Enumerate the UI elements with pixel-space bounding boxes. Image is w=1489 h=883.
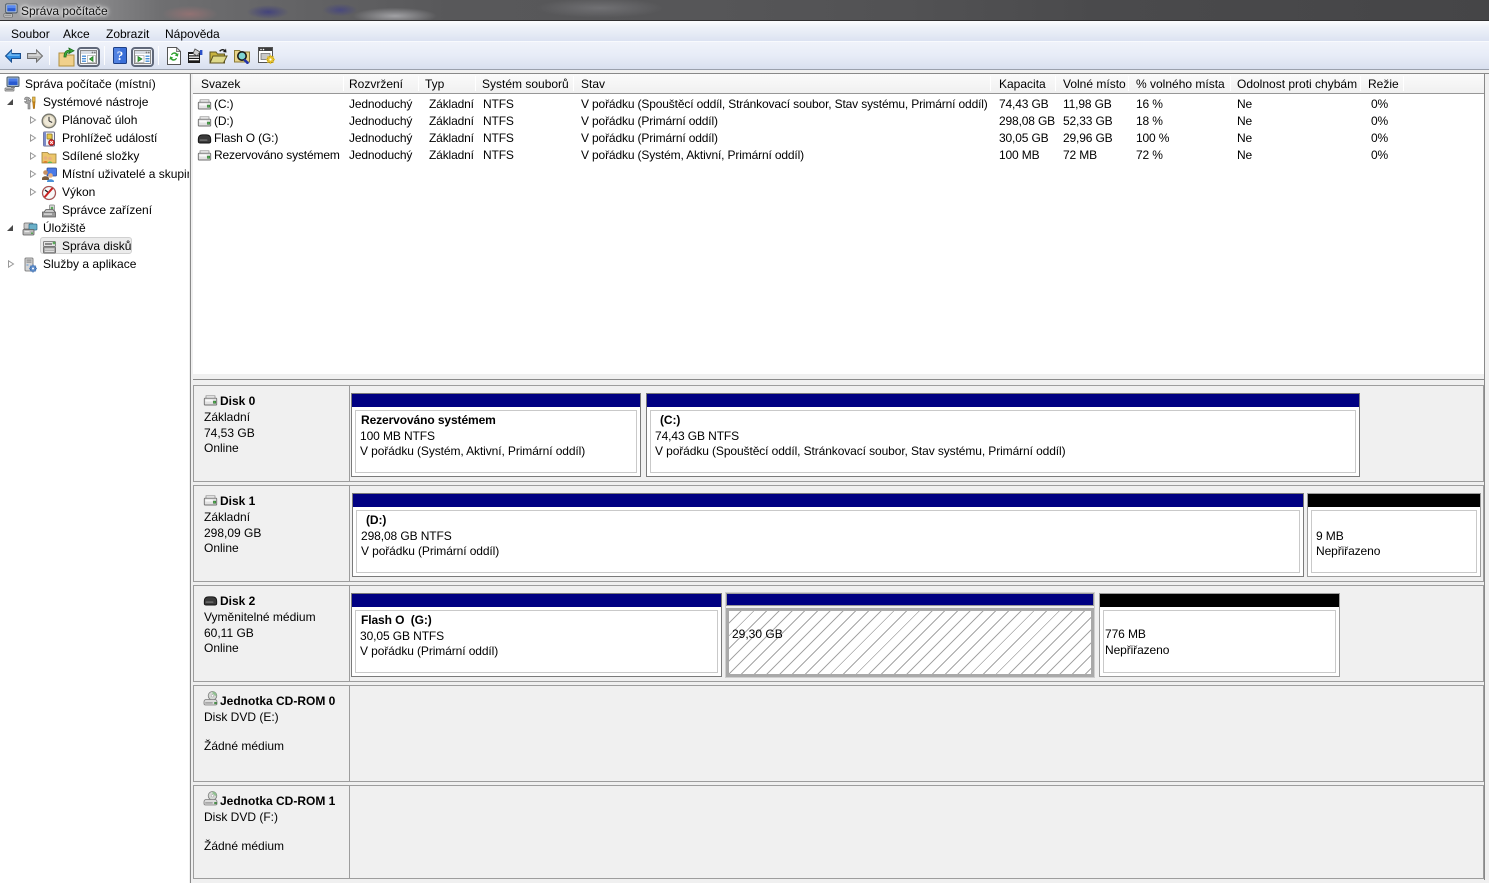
- svg-text:?: ?: [117, 48, 124, 63]
